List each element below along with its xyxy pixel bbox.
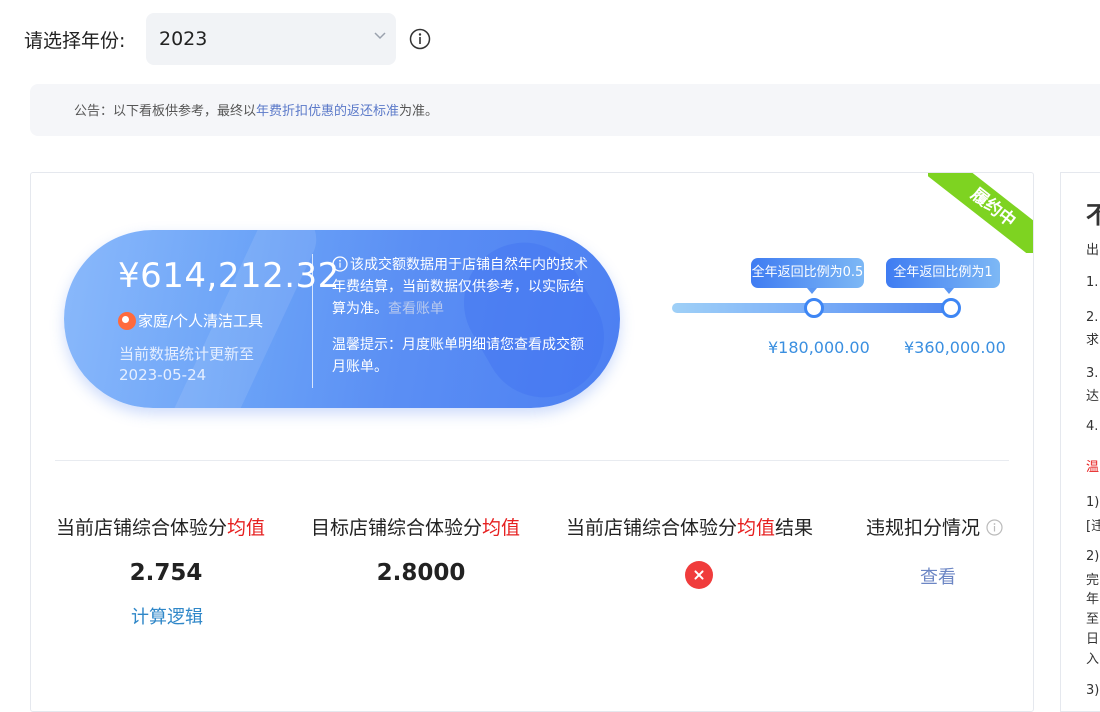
category-label: 家庭/个人清洁工具 <box>138 312 264 330</box>
side-rules-panel: 不 出 1. 2. 求 3. 达 4. 温 1) [违 2) 完 年 至 日 入… <box>1060 172 1100 712</box>
target-score-value: 2.8000 <box>376 560 466 586</box>
side-line: 2. <box>1086 310 1099 325</box>
side-line: 1. <box>1086 275 1099 290</box>
notice-text-prefix: 公告：以下看板供参考，最终以 <box>74 104 257 119</box>
category-row: 家庭/个人清洁工具 <box>118 310 263 331</box>
side-line: 日 <box>1086 632 1100 647</box>
current-score-label: 当前店铺综合体验分均值 <box>56 517 266 539</box>
notice-bar: 公告：以下看板供参考，最终以年费折扣优惠的返还标准为准。 <box>30 84 1100 136</box>
notice-rebate-link[interactable]: 年费折扣优惠的返还标准 <box>256 104 399 119</box>
side-title: 不 <box>1086 195 1100 230</box>
milestone-node-1 <box>804 298 824 318</box>
milestone-label-2: 全年返回比例为1 <box>886 258 1000 288</box>
side-line: 出 <box>1086 243 1100 258</box>
notice-text-suffix: 为准。 <box>399 104 439 119</box>
description-text: 该成交额数据用于店铺自然年内的技术年费结算，当前数据仅供参考，以实际结算为准。 <box>332 257 588 317</box>
side-line: 达 <box>1086 389 1100 404</box>
violation-label-row: 违规扣分情况 <box>866 513 1003 540</box>
annual-fee-card: 履约中 ¥614,212.32 家庭/个人清洁工具 当前数据统计更新至 2023… <box>30 172 1034 712</box>
updated-label: 当前数据统计更新至 <box>119 345 255 363</box>
updated-date: 2023-05-24 <box>119 366 207 384</box>
calculation-logic-link[interactable]: 计算逻辑 <box>131 603 203 629</box>
year-label: 请选择年份: <box>24 30 126 52</box>
violation-view-link[interactable]: 查看 <box>920 563 956 589</box>
side-warning-title: 温 <box>1086 460 1100 475</box>
milestone-value-2: ¥360,000.00 <box>904 338 1006 357</box>
score-result-label: 当前店铺综合体验分均值结果 <box>566 517 814 539</box>
turnover-summary-pill: ¥614,212.32 家庭/个人清洁工具 当前数据统计更新至 2023-05-… <box>64 230 620 408</box>
side-line: 2) <box>1086 549 1100 564</box>
milestone-caret-1 <box>807 288 817 294</box>
side-line: 4. <box>1086 419 1099 434</box>
side-line: 入 <box>1086 652 1100 667</box>
current-score-value: 2.754 <box>129 560 203 586</box>
violation-label: 违规扣分情况 <box>866 517 981 539</box>
year-select[interactable]: 2023 <box>146 13 396 65</box>
side-line: 年 <box>1086 592 1100 607</box>
section-divider <box>55 460 1009 461</box>
milestone-node-2 <box>941 298 961 318</box>
view-bill-link[interactable]: 查看账单 <box>388 301 444 317</box>
monthly-bill-tip: 温馨提示：月度账单明细请您查看成交额月账单。 <box>332 337 584 375</box>
side-line: 1) <box>1086 495 1100 510</box>
side-line: 3. <box>1086 366 1099 381</box>
pill-divider <box>312 254 313 388</box>
side-line: [违 <box>1086 519 1100 534</box>
turnover-amount: ¥614,212.32 <box>118 256 340 296</box>
milestone-caret-2 <box>944 288 954 294</box>
chevron-down-icon <box>374 32 386 40</box>
milestone-value-1: ¥180,000.00 <box>768 338 870 357</box>
fail-result-icon <box>685 561 713 589</box>
milestone-label-1: 全年返回比例为0.5 <box>751 258 864 288</box>
year-select-value: 2023 <box>159 28 208 50</box>
info-icon <box>332 256 348 272</box>
status-ribbon: 履约中 <box>928 173 1033 253</box>
side-line: 至 <box>1086 612 1100 627</box>
category-icon <box>118 311 136 330</box>
status-ribbon-label: 履约中 <box>928 173 1033 253</box>
target-score-label: 目标店铺综合体验分均值 <box>311 517 521 539</box>
info-icon[interactable] <box>409 28 431 50</box>
side-line: 3) <box>1086 683 1100 698</box>
side-line: 求 <box>1086 333 1100 348</box>
side-line: 完 <box>1086 573 1100 588</box>
turnover-description: 该成交额数据用于店铺自然年内的技术年费结算，当前数据仅供参考，以实际结算为准。查… <box>332 254 592 320</box>
info-icon[interactable] <box>986 519 1003 536</box>
update-info: 当前数据统计更新至 2023-05-24 <box>119 344 254 386</box>
